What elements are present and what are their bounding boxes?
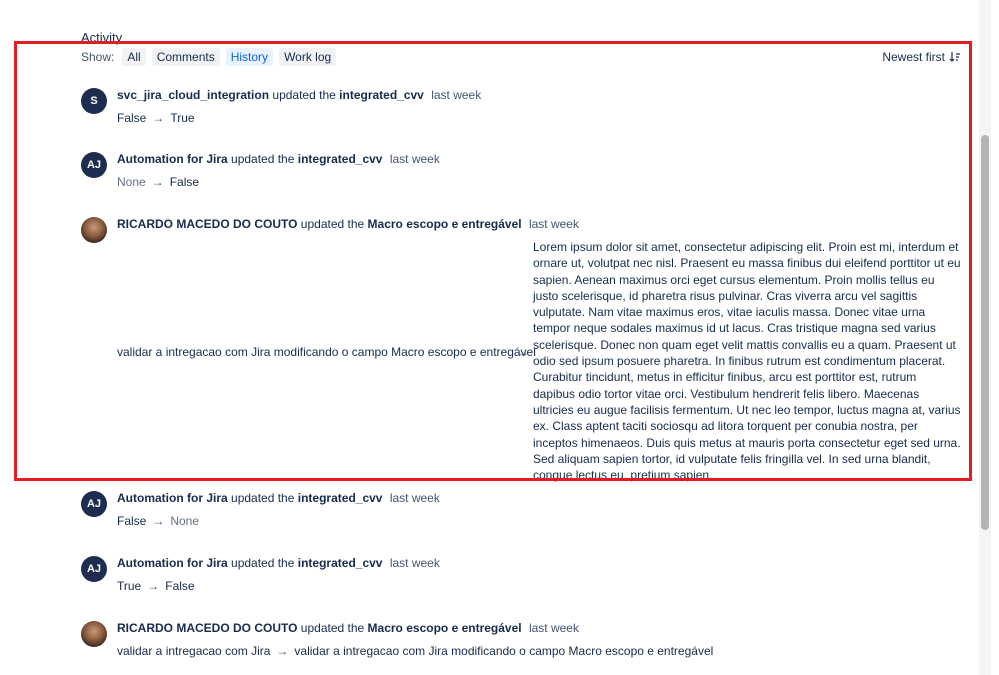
arrow-right-icon: →: [152, 514, 165, 528]
entry-time[interactable]: last week: [529, 621, 579, 635]
entry-verb: updated the: [300, 621, 365, 635]
entry-change: False → True: [117, 111, 195, 125]
entry-author[interactable]: RICARDO MACEDO DO COUTO: [117, 217, 297, 231]
entry-verb: updated the: [231, 556, 295, 570]
change-to: None: [170, 514, 200, 528]
entry-header: Automation for Jira updated the integrat…: [117, 152, 440, 166]
entry-time[interactable]: last week: [390, 152, 440, 166]
arrow-right-icon: →: [276, 644, 289, 658]
entry-change: validar a intregacao com Jira → validar a …: [117, 644, 713, 658]
entry-header: svc_jira_cloud_integration updated the i…: [117, 88, 481, 102]
change-to: False: [169, 175, 200, 189]
entry-field: Macro escopo e entregável: [367, 217, 522, 231]
change-from: validar a intregacao com Jira: [117, 644, 271, 658]
entry-time[interactable]: last week: [431, 88, 481, 102]
filter-comments-button[interactable]: Comments: [151, 48, 220, 66]
entry-field: integrated_cvv: [297, 556, 383, 570]
entry-header: Automation for Jira updated the integrat…: [117, 491, 440, 505]
entry-verb: updated the: [272, 88, 336, 102]
entry-time[interactable]: last week: [390, 491, 440, 505]
arrow-right-icon: →: [151, 175, 164, 189]
avatar[interactable]: AJ: [81, 556, 107, 582]
entry-field: integrated_cvv: [339, 88, 424, 102]
entry-time[interactable]: last week: [529, 217, 579, 231]
arrow-right-icon: →: [152, 111, 165, 125]
change-from: False: [117, 514, 147, 528]
entry-verb: updated the: [300, 217, 365, 231]
avatar[interactable]: S: [81, 88, 107, 114]
arrow-right-icon: →: [517, 345, 529, 359]
entry-change: True → False: [117, 579, 195, 593]
entry-header: Automation for Jira updated the integrat…: [117, 556, 440, 570]
filter-worklog-button[interactable]: Work log: [279, 48, 337, 66]
entry-header: RICARDO MACEDO DO COUTO updated the Macr…: [117, 217, 579, 231]
change-to: True: [170, 111, 195, 125]
entry-time[interactable]: last week: [390, 556, 440, 570]
entry-verb: updated the: [231, 152, 295, 166]
change-from: False: [117, 111, 147, 125]
entry-header: RICARDO MACEDO DO COUTO updated the Macr…: [117, 621, 579, 635]
entry-field: integrated_cvv: [297, 491, 383, 505]
avatar[interactable]: AJ: [81, 491, 107, 517]
entry-change: None → False: [117, 175, 199, 189]
entry-field: Macro escopo e entregável: [367, 621, 522, 635]
change-from: validar a intregacao com Jira modificand…: [117, 345, 536, 359]
filter-all-button[interactable]: All: [122, 48, 146, 66]
entry-author[interactable]: Automation for Jira: [117, 556, 228, 570]
change-from: True: [117, 579, 142, 593]
entry-author[interactable]: svc_jira_cloud_integration: [117, 88, 269, 102]
show-label: Show:: [81, 50, 115, 64]
entry-verb: updated the: [231, 491, 295, 505]
avatar[interactable]: [81, 217, 107, 243]
entry-author[interactable]: RICARDO MACEDO DO COUTO: [117, 621, 297, 635]
sort-order-button[interactable]: Newest first: [882, 50, 961, 64]
change-to: Lorem ipsum dolor sit amet, consectetur …: [533, 240, 961, 483]
activity-title: Activity: [81, 30, 123, 45]
entry-author[interactable]: Automation for Jira: [117, 491, 228, 505]
sort-order-label: Newest first: [882, 50, 945, 64]
arrow-right-icon: →: [147, 579, 160, 593]
entry-change: False → None: [117, 514, 199, 528]
change-to: False: [165, 579, 195, 593]
sort-descending-icon: [949, 52, 960, 62]
entry-field: integrated_cvv: [297, 152, 383, 166]
filter-history-button[interactable]: History: [225, 48, 274, 66]
change-from: None: [117, 175, 146, 189]
avatar[interactable]: AJ: [81, 152, 107, 178]
scrollbar-thumb[interactable]: [981, 135, 989, 530]
activity-filter-bar: Show: All Comments History Work log Newe…: [81, 47, 961, 67]
vertical-scrollbar[interactable]: [979, 0, 991, 675]
entry-author[interactable]: Automation for Jira: [117, 152, 228, 166]
avatar[interactable]: [81, 621, 107, 647]
change-to: validar a intregacao com Jira modificand…: [294, 644, 714, 658]
